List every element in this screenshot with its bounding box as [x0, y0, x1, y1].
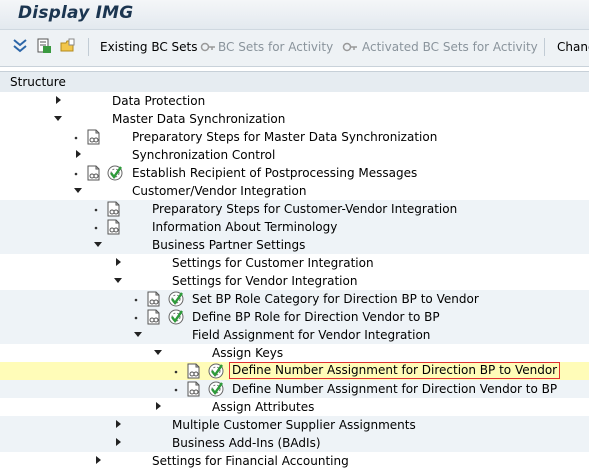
documentation-icon[interactable]	[146, 309, 162, 325]
tree-row[interactable]: Establish Recipient of Postprocessing Me…	[0, 164, 589, 182]
tree-node-label[interactable]: Data Protection	[112, 94, 205, 108]
toolbar-separator	[88, 38, 89, 56]
tree-row[interactable]: Settings for Vendor Integration	[0, 272, 589, 290]
tree-node-label[interactable]: Define Number Assignment for Direction V…	[232, 382, 557, 396]
leaf-bullet-icon	[94, 218, 104, 236]
collapse-node-icon[interactable]	[54, 110, 64, 128]
leaf-bullet-icon	[134, 290, 144, 308]
tree-row[interactable]: Define Number Assignment for Direction V…	[0, 380, 589, 398]
expand-node-icon[interactable]	[94, 452, 104, 470]
collapse-node-icon[interactable]	[114, 272, 124, 290]
expand-node-icon[interactable]	[114, 434, 124, 452]
execute-activity-icon[interactable]	[208, 363, 224, 379]
expand-all-icon[interactable]	[12, 38, 28, 54]
application-toolbar: Existing BC Sets BC Sets for Activity Ac…	[0, 29, 589, 67]
collapse-node-icon[interactable]	[74, 182, 84, 200]
img-tree: Data Protection Master Data Synchronizati…	[0, 92, 589, 470]
find-icon[interactable]	[36, 38, 52, 54]
documentation-icon[interactable]	[186, 363, 202, 379]
collapse-node-icon[interactable]	[154, 344, 164, 362]
tree-node-label[interactable]: Multiple Customer Supplier Assignments	[172, 418, 416, 432]
expand-node-icon[interactable]	[114, 416, 124, 434]
documentation-icon[interactable]	[106, 219, 122, 235]
tree-row[interactable]: Information About Terminology	[0, 218, 589, 236]
documentation-icon[interactable]	[186, 381, 202, 397]
leaf-bullet-icon	[174, 380, 184, 398]
structure-header-label: Structure	[10, 75, 66, 89]
folder-icon[interactable]	[60, 38, 76, 54]
tree-node-label[interactable]: Field Assignment for Vendor Integration	[192, 328, 430, 342]
collapse-node-icon[interactable]	[134, 326, 144, 344]
tree-node-label[interactable]: Settings for Customer Integration	[172, 256, 374, 270]
activated-bc-set-icon	[342, 40, 358, 56]
activated-bc-sets-for-activity-button[interactable]: Activated BC Sets for Activity	[362, 40, 538, 54]
tree-row[interactable]: Define BP Role for Direction Vendor to B…	[0, 308, 589, 326]
tree-node-label[interactable]: Customer/Vendor Integration	[132, 184, 306, 198]
tree-row[interactable]: Define Number Assignment for Direction B…	[0, 362, 589, 380]
tree-node-label[interactable]: Business Add-Ins (BAdIs)	[172, 436, 321, 450]
tree-row[interactable]: Customer/Vendor Integration	[0, 182, 589, 200]
tree-node-label[interactable]: Define Number Assignment for Direction B…	[228, 362, 561, 379]
tree-node-label[interactable]: Business Partner Settings	[152, 238, 305, 252]
change-button[interactable]: Change	[557, 40, 589, 54]
documentation-icon[interactable]	[106, 201, 122, 217]
tree-node-label[interactable]: Synchronization Control	[132, 148, 275, 162]
leaf-bullet-icon	[134, 308, 144, 326]
tree-node-label[interactable]: Information About Terminology	[152, 220, 337, 234]
tree-row[interactable]: Preparatory Steps for Master Data Synchr…	[0, 128, 589, 146]
tree-row[interactable]: Assign Attributes	[0, 398, 589, 416]
tree-node-label[interactable]: Establish Recipient of Postprocessing Me…	[132, 166, 417, 180]
tree-node-label[interactable]: Assign Keys	[212, 346, 283, 360]
tree-node-label[interactable]: Assign Attributes	[212, 400, 314, 414]
tree-node-label[interactable]: Settings for Financial Accounting	[152, 454, 349, 468]
tree-row[interactable]: Business Add-Ins (BAdIs)	[0, 434, 589, 452]
tree-row[interactable]: Business Partner Settings	[0, 236, 589, 254]
tree-node-label[interactable]: Master Data Synchronization	[112, 112, 285, 126]
title-bar: Display IMG	[0, 0, 589, 29]
tree-row[interactable]: Synchronization Control	[0, 146, 589, 164]
tree-row[interactable]: Multiple Customer Supplier Assignments	[0, 416, 589, 434]
tree-row[interactable]: Preparatory Steps for Customer-Vendor In…	[0, 200, 589, 218]
documentation-icon[interactable]	[86, 165, 102, 181]
tree-row[interactable]: Set BP Role Category for Direction BP to…	[0, 290, 589, 308]
leaf-bullet-icon	[74, 128, 84, 146]
documentation-icon[interactable]	[146, 291, 162, 307]
tree-row[interactable]: Data Protection	[0, 92, 589, 110]
expand-node-icon[interactable]	[114, 254, 124, 272]
collapse-node-icon[interactable]	[94, 236, 104, 254]
execute-activity-icon[interactable]	[107, 165, 123, 181]
expand-node-icon[interactable]	[154, 398, 164, 416]
tree-row[interactable]: Field Assignment for Vendor Integration	[0, 326, 589, 344]
tree-node-label[interactable]: Define BP Role for Direction Vendor to B…	[192, 310, 440, 324]
tree-node-label[interactable]: Preparatory Steps for Customer-Vendor In…	[152, 202, 457, 216]
leaf-bullet-icon	[174, 362, 184, 380]
tree-row[interactable]: Settings for Financial Accounting	[0, 452, 589, 470]
expand-node-icon[interactable]	[54, 92, 64, 110]
structure-header: Structure	[0, 71, 589, 93]
tree-row[interactable]: Master Data Synchronization	[0, 110, 589, 128]
expand-node-icon[interactable]	[74, 146, 84, 164]
execute-activity-icon[interactable]	[168, 291, 184, 307]
leaf-bullet-icon	[94, 200, 104, 218]
toolbar-separator	[544, 38, 545, 56]
tree-row[interactable]: Settings for Customer Integration	[0, 254, 589, 272]
bc-set-icon	[200, 40, 216, 56]
documentation-icon[interactable]	[86, 129, 102, 145]
leaf-bullet-icon	[74, 164, 84, 182]
window-title: Display IMG	[18, 3, 134, 23]
bc-sets-for-activity-button[interactable]: BC Sets for Activity	[218, 40, 333, 54]
tree-node-label[interactable]: Preparatory Steps for Master Data Synchr…	[132, 130, 437, 144]
execute-activity-icon[interactable]	[208, 381, 224, 397]
tree-row[interactable]: Assign Keys	[0, 344, 589, 362]
existing-bc-sets-button[interactable]: Existing BC Sets	[100, 40, 198, 54]
tree-node-label[interactable]: Settings for Vendor Integration	[172, 274, 357, 288]
tree-node-label[interactable]: Set BP Role Category for Direction BP to…	[192, 292, 479, 306]
execute-activity-icon[interactable]	[168, 309, 184, 325]
